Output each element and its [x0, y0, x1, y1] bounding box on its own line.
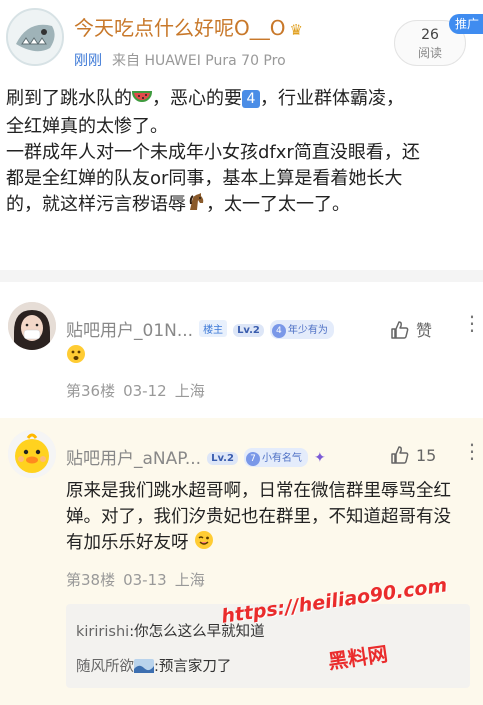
thumbs-up-icon: [391, 321, 409, 339]
post-line1-a: 刷到了跳水队的: [6, 88, 132, 109]
comment1-floor-info: 第36楼 03-12 上海: [66, 380, 213, 401]
honor-label: 年少有为: [287, 325, 328, 336]
comment2-line1: 原来是我们跳水超哥啊，日常在微信群里辱骂全红: [66, 481, 451, 501]
post-meta: 刚刚 来自 HUAWEI Pura 70 Pro: [74, 50, 286, 70]
comment2-date: 03-13: [123, 571, 167, 589]
comment2-line2: 婵。对了，我们汐贵妃也在群里，不知道超哥有没: [66, 507, 451, 527]
comment1-like-button[interactable]: 赞: [390, 317, 432, 341]
post-line1-b: ，恶心的要: [152, 88, 242, 109]
comment2-location: 上海: [174, 571, 205, 589]
post-line2: 全红婵真的太惨了。: [6, 116, 168, 137]
thumbs-up-icon: [391, 446, 409, 464]
comment2-body: 原来是我们跳水超哥啊，日常在微信群里辱骂全红 婵。对了，我们汐贵妃也在群里，不知…: [66, 478, 461, 558]
post-line3: 一群成年人对一个未成年小女孩dfxr简直没眼看，还: [6, 142, 420, 163]
comment1-emoji: [66, 344, 86, 368]
honor-badge: 4 年少有为: [269, 320, 334, 339]
girl-avatar-icon: [8, 302, 56, 350]
horse-emoji-icon: [186, 192, 206, 220]
post-title-text: 今天吃点什么好呢O__O: [74, 16, 286, 40]
post-line5-b: ，太一了太一了。: [206, 194, 350, 215]
comment2-user-row: 贴吧用户_aNAP... Lv.2 7 小有名气 ✦: [66, 444, 326, 469]
comment1-user-row: 贴吧用户_01N... 楼主 Lv.2 4 年少有为: [66, 316, 334, 341]
wink-emoji-icon: [194, 530, 214, 558]
watermelon-emoji-icon: [131, 88, 153, 114]
post-author-avatar[interactable]: [6, 8, 64, 66]
honor-icon: 7: [245, 452, 260, 466]
views-label: 阅读: [417, 46, 442, 60]
reply-username[interactable]: 随风所欲: [76, 659, 134, 675]
level-badge: Lv.2: [207, 452, 238, 465]
duck-avatar-icon: [8, 430, 56, 478]
owner-tag: 楼主: [199, 320, 228, 337]
honor-label: 小有名气: [261, 453, 302, 464]
comment2-like-button[interactable]: 15: [390, 445, 436, 465]
number-four-emoji-icon: 4: [242, 90, 260, 108]
reply-text: :你怎么这么早就知道: [129, 624, 265, 640]
shark-avatar-icon: [8, 10, 62, 64]
post-author-name[interactable]: 今天吃点什么好呢O__O ♛: [74, 12, 303, 41]
post-line1-c: ，行业群体霸凌，: [260, 88, 404, 109]
comment2-floor: 第38楼: [66, 571, 116, 589]
post-body: 刷到了跳水队的 ，恶心的要 4 ，行业群体霸凌， 全红婵真的太惨了。 一群成年人对一个…: [6, 86, 476, 220]
reply-item[interactable]: 随风所欲 :预言家刀了: [76, 655, 231, 677]
comment1-floor: 第36楼: [66, 382, 116, 400]
comment2-floor-info: 第38楼 03-13 上海: [66, 569, 213, 590]
face-emoji-icon: [67, 345, 85, 363]
post-line4: 都是全红婵的队友or同事，基本上算是看着她长大: [6, 168, 403, 189]
reply-text: :预言家刀了: [154, 659, 232, 675]
comment2-username[interactable]: 贴吧用户_aNAP...: [66, 449, 201, 469]
comment1-avatar[interactable]: [8, 302, 56, 350]
like-label: 赞: [416, 321, 433, 340]
like-count: 15: [416, 446, 437, 465]
comment2-line3: 有加乐乐好友呀: [66, 533, 189, 553]
wave-image-icon: [134, 659, 154, 677]
honor-icon: 4: [271, 324, 286, 338]
honor-badge: 7 小有名气: [243, 448, 308, 467]
comment1-date: 03-12: [123, 382, 167, 400]
comment2-more-button[interactable]: ⋮: [462, 441, 482, 461]
section-divider: [0, 270, 483, 282]
post-time: 刚刚: [74, 53, 102, 69]
badge-icon: ✦: [313, 450, 326, 466]
crown-icon: ♛: [289, 21, 303, 39]
comment1-username[interactable]: 贴吧用户_01N...: [66, 321, 193, 341]
promote-tag[interactable]: 推广: [449, 14, 483, 34]
level-badge: Lv.2: [233, 324, 264, 337]
comment1-more-button[interactable]: ⋮: [462, 313, 482, 333]
post-device: 来自 HUAWEI Pura 70 Pro: [112, 53, 286, 69]
post-line5-a: 的，就这样污言秽语辱: [6, 194, 186, 215]
reply-username[interactable]: kiririshi: [76, 624, 129, 640]
comment1-location: 上海: [174, 382, 205, 400]
comment2-avatar[interactable]: [8, 430, 56, 478]
